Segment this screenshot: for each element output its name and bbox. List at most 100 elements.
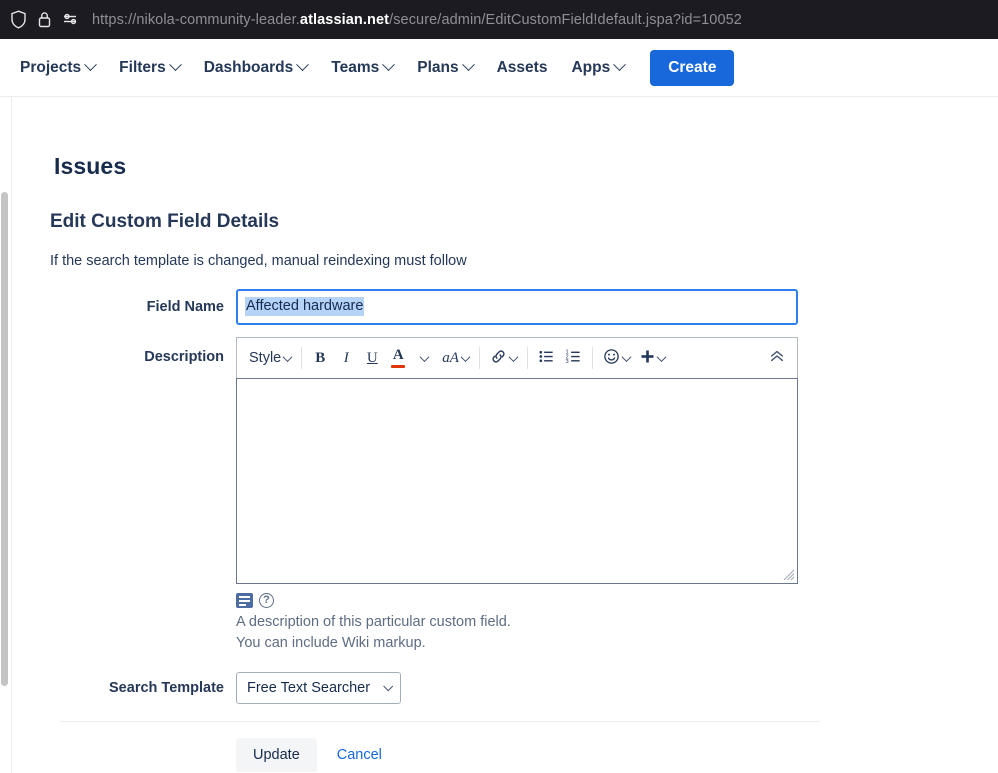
reindex-hint: If the search template is changed, manua… — [50, 253, 467, 269]
create-button[interactable]: Create — [650, 49, 735, 86]
search-template-label: Search Template — [109, 680, 224, 696]
page-title: Edit Custom Field Details — [50, 211, 280, 232]
wiki-icon-line — [239, 599, 250, 602]
main-content: Issues Edit Custom Field Details If the … — [12, 97, 998, 773]
underline-button[interactable]: U — [359, 344, 385, 372]
description-row: Description Style B I U A aA 1 2 3 ? A d… — [50, 325, 998, 654]
link-button[interactable] — [485, 344, 522, 372]
update-button[interactable]: Update — [236, 738, 317, 772]
url-subdomain: nikola-community-leader. — [136, 11, 300, 28]
description-note-line-1: A description of this particular custom … — [236, 614, 511, 630]
chevron-up-double-icon — [769, 348, 785, 368]
description-note-line-2: You can include Wiki markup. — [236, 635, 426, 651]
search-template-row: Search Template Free Text Searcher — [50, 672, 998, 704]
description-editor: Style B I U A aA 1 2 3 — [236, 337, 798, 584]
field-name-input-wrap: Affected hardware — [236, 289, 798, 325]
emoji-button[interactable] — [598, 344, 635, 372]
wiki-icon-line — [239, 595, 250, 598]
numbered-list-icon: 1 2 3 — [565, 348, 582, 369]
toolbar-divider — [478, 347, 480, 369]
bullet-list-icon — [538, 348, 555, 369]
permissions-icon[interactable] — [62, 10, 80, 29]
nav-item-apps[interactable]: Apps — [559, 52, 636, 84]
browser-url-bar: https://nikola-community-leader.atlassia… — [0, 0, 998, 39]
text-color-icon: A — [391, 347, 406, 368]
field-name-row: Field Name Affected hardware — [50, 289, 998, 325]
description-label: Description — [144, 349, 224, 365]
more-text-styles-label: aA — [442, 349, 459, 366]
field-name-field: Affected hardware — [236, 289, 998, 325]
chevron-down-icon — [419, 351, 430, 362]
nav-item-label: Projects — [20, 58, 82, 76]
nav-item-plans[interactable]: Plans — [405, 52, 484, 84]
bold-button[interactable]: B — [307, 344, 333, 372]
text-color-letter: A — [392, 347, 404, 363]
style-label: Style — [249, 350, 282, 366]
toolbar-divider — [526, 347, 528, 369]
collapse-toolbar-button[interactable] — [764, 344, 790, 372]
editor-toolbar: Style B I U A aA 1 2 3 — [236, 337, 798, 378]
link-icon — [490, 348, 507, 369]
text-color-swatch — [391, 365, 406, 368]
chevron-down-icon — [621, 351, 632, 362]
bullet-list-button[interactable] — [533, 344, 560, 372]
description-textarea[interactable] — [236, 378, 798, 584]
toolbar-divider — [301, 347, 303, 369]
global-navigation: Projects Filters Dashboards Teams Plans … — [0, 39, 998, 97]
search-template-value: Free Text Searcher — [247, 680, 371, 696]
padlock-icon[interactable] — [37, 10, 52, 29]
chevron-down-icon — [461, 58, 475, 72]
description-note: A description of this particular custom … — [236, 612, 998, 654]
shield-icon[interactable] — [10, 10, 27, 29]
italic-button[interactable]: I — [333, 344, 359, 372]
toolbar-divider — [591, 347, 593, 369]
nav-item-label: Apps — [571, 58, 611, 76]
field-name-label: Field Name — [146, 299, 224, 315]
nav-item-dashboards[interactable]: Dashboards — [192, 52, 320, 84]
nav-item-label: Assets — [496, 58, 548, 76]
numbered-list-button[interactable]: 1 2 3 — [560, 344, 587, 372]
description-field: Style B I U A aA 1 2 3 ? A description o… — [236, 325, 998, 654]
nav-item-teams[interactable]: Teams — [319, 52, 405, 84]
help-icon[interactable]: ? — [259, 593, 274, 608]
field-name-input[interactable] — [236, 289, 798, 325]
plus-icon — [640, 349, 655, 368]
wiki-markup-icon[interactable] — [236, 593, 253, 608]
search-template-select[interactable]: Free Text Searcher — [236, 672, 402, 704]
chevron-down-icon — [460, 351, 471, 362]
page-scrollbar-thumb[interactable] — [1, 192, 8, 686]
chevron-down-icon — [84, 58, 98, 72]
text-color-button[interactable]: A — [385, 344, 411, 372]
nav-item-projects[interactable]: Projects — [8, 52, 107, 84]
insert-button[interactable] — [635, 344, 670, 372]
chevron-down-icon — [382, 58, 396, 72]
wiki-icon-line — [239, 603, 246, 606]
emoji-icon — [603, 348, 620, 369]
form-actions: Update Cancel — [50, 722, 998, 773]
svg-text:3: 3 — [565, 359, 568, 365]
cancel-link[interactable]: Cancel — [327, 747, 392, 763]
search-template-field: Free Text Searcher — [236, 672, 998, 704]
editor-footer-icons: ? — [236, 593, 998, 608]
url-text[interactable]: https://nikola-community-leader.atlassia… — [92, 12, 742, 28]
url-host: atlassian.net — [299, 11, 390, 28]
nav-item-label: Plans — [417, 58, 459, 76]
nav-item-assets[interactable]: Assets — [485, 52, 560, 84]
resize-handle-icon[interactable] — [782, 568, 795, 581]
page-body: Issues Edit Custom Field Details If the … — [0, 97, 998, 773]
nav-item-label: Filters — [119, 58, 166, 76]
url-path: /secure/admin/EditCustomField!default.js… — [389, 11, 742, 28]
nav-item-filters[interactable]: Filters — [107, 52, 192, 84]
more-text-styles-button[interactable]: aA — [437, 344, 474, 372]
chevron-down-icon — [282, 351, 293, 362]
left-rail — [0, 97, 12, 773]
chevron-down-icon — [508, 351, 519, 362]
chevron-down-icon — [168, 58, 182, 72]
chevron-down-icon — [296, 58, 310, 72]
text-color-dropdown[interactable] — [411, 344, 437, 372]
chevron-down-icon — [656, 351, 667, 362]
chevron-down-icon — [383, 680, 394, 691]
style-dropdown[interactable]: Style — [244, 344, 296, 372]
url-scheme: https:// — [92, 11, 137, 28]
nav-item-label: Teams — [331, 58, 380, 76]
